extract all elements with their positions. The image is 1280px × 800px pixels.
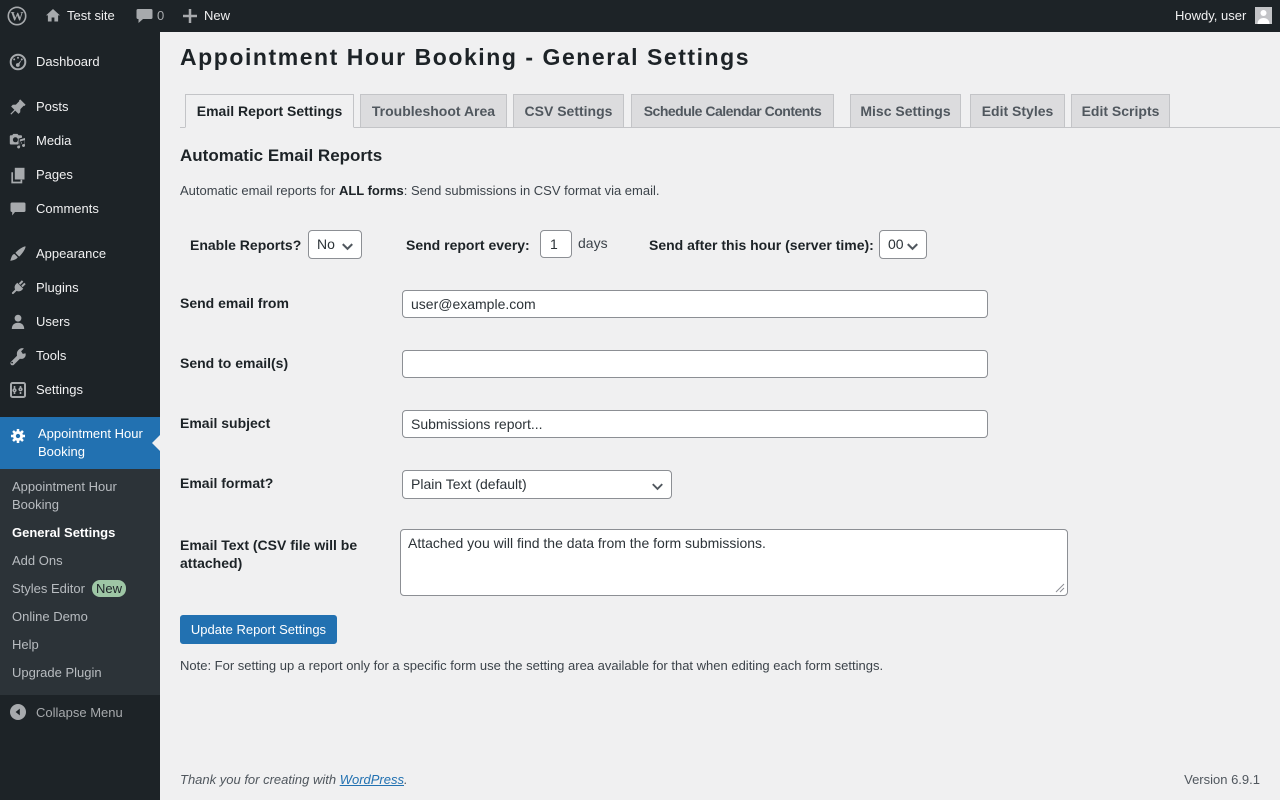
svg-text:W: W [11,8,24,23]
